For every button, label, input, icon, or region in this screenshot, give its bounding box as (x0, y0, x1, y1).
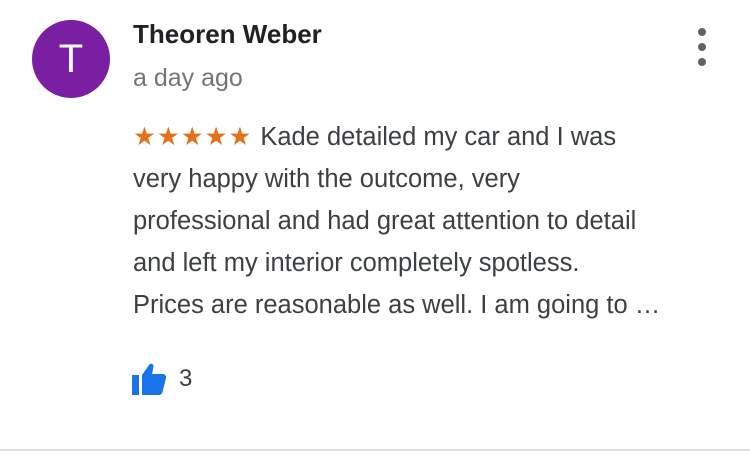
author-name[interactable]: Theoren Weber (133, 19, 322, 50)
review-text-line: very happy with the outcome, very (133, 165, 520, 193)
review-text-line: ★★★★★ Kade detailed my car and I was (133, 116, 703, 158)
like-count: 3 (179, 365, 193, 392)
review-card: T Theoren Weber a day ago ★★★★★ Kade deta… (0, 0, 750, 457)
review-text[interactable]: ★★★★★ Kade detailed my car and I was very… (133, 116, 703, 326)
review-text-line: Prices are reasonable as well. I am goin… (133, 291, 661, 319)
avatar-initial: T (58, 37, 84, 81)
thumbs-up-icon[interactable] (131, 362, 167, 396)
review-timestamp: a day ago (133, 64, 243, 92)
review-text-segment: Kade detailed my car and I was (260, 123, 617, 151)
more-options-button[interactable] (686, 28, 718, 66)
review-text-line: professional and had great attention to … (133, 207, 637, 235)
star-rating: ★★★★★ (133, 123, 253, 151)
more-vert-icon-dot (698, 58, 706, 66)
more-vert-icon (698, 28, 706, 36)
like-row: 3 (131, 361, 192, 397)
more-vert-icon-dot (698, 43, 706, 51)
review-text-line: and left my interior completely spotless… (133, 249, 580, 277)
avatar[interactable]: T (32, 20, 110, 98)
divider (0, 449, 750, 451)
